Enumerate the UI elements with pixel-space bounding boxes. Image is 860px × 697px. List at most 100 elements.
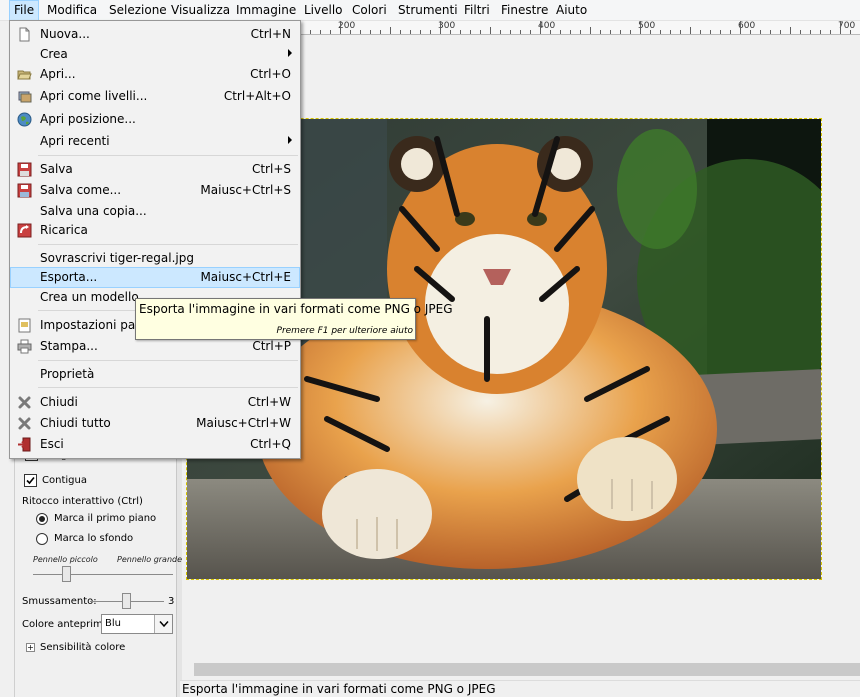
menu-item-label: Apri recenti: [40, 134, 110, 148]
folder-open-icon: [17, 70, 32, 80]
menu-item-shortcut: Ctrl+Alt+O: [223, 89, 291, 103]
contiguous-checkbox[interactable]: [24, 474, 37, 487]
menu-item-apri-come-livelli[interactable]: Apri come livelli... Ctrl+Alt+O: [10, 86, 300, 107]
ruler-tick: [470, 30, 471, 34]
large-brush-label: Pennello grande: [117, 555, 183, 564]
menu-item-apri-recenti[interactable]: Apri recenti: [10, 131, 300, 152]
mark-foreground-radio[interactable]: [36, 513, 48, 525]
menu-modifica[interactable]: Modifica: [47, 0, 97, 21]
menu-item-apri-posizione[interactable]: Apri posizione...: [10, 109, 300, 130]
menu-item-label: Crea: [40, 47, 68, 61]
globe-icon: [17, 112, 32, 127]
ruler-tick: [370, 30, 371, 34]
menu-item-esci[interactable]: Esci Ctrl+Q: [10, 434, 300, 455]
new-document-icon: [19, 27, 30, 42]
menu-item-label: Nuova...: [40, 27, 90, 41]
menu-item-chiudi-tutto[interactable]: Chiudi tutto Maiusc+Ctrl+W: [10, 413, 300, 434]
menu-selezione[interactable]: Selezione: [109, 0, 167, 21]
menu-visualizza[interactable]: Visualizza: [171, 0, 230, 21]
menu-item-shortcut: Ctrl+O: [250, 67, 291, 81]
menu-item-salva-una-copia[interactable]: Salva una copia...: [10, 201, 300, 222]
smoothing-label: Smussamento:: [22, 596, 97, 607]
file-menu-dropdown: Nuova... Ctrl+N Crea Apri... Ctrl+O Apri…: [9, 20, 301, 459]
ruler-tick: [450, 30, 451, 34]
preview-color-select[interactable]: Blu: [101, 614, 173, 634]
ruler-tick: [700, 30, 701, 34]
menu-separator: [38, 387, 298, 388]
tooltip-text: Esporta l'immagine in vari formati come …: [139, 302, 453, 316]
menu-separator: [38, 360, 298, 361]
ruler-tick: [750, 30, 751, 34]
menu-item-salva-come[interactable]: Salva come... Maiusc+Ctrl+S: [10, 180, 300, 201]
menu-item-salva[interactable]: Salva Ctrl+S: [10, 159, 300, 180]
expander-plus-icon[interactable]: +: [26, 643, 35, 652]
ruler-tick: [630, 30, 631, 34]
menu-item-crea[interactable]: Crea: [10, 44, 300, 65]
ruler-tick: [550, 30, 551, 34]
ruler-tick: [440, 21, 441, 34]
ruler-tick: [800, 30, 801, 34]
ruler-tick: [510, 30, 511, 34]
ruler-tick: [760, 30, 761, 34]
horizontal-ruler[interactable]: 200 300 400 500 600 700: [300, 21, 860, 35]
ruler-tick: [770, 30, 771, 34]
ruler-tick: [320, 30, 321, 34]
ruler-tick: [490, 27, 491, 34]
ruler-tick: [650, 30, 651, 34]
mark-foreground-label: Marca il primo piano: [54, 513, 157, 524]
brush-size-slider[interactable]: [62, 566, 71, 582]
menu-strumenti[interactable]: Strumenti: [398, 0, 458, 21]
menu-aiuto[interactable]: Aiuto: [556, 0, 587, 21]
preview-color-value: Blu: [105, 618, 121, 629]
menu-item-chiudi[interactable]: Chiudi Ctrl+W: [10, 392, 300, 413]
menu-filtri[interactable]: Filtri: [464, 0, 490, 21]
ruler-tick: [820, 30, 821, 34]
ruler-tick: [840, 21, 841, 34]
quit-icon: [18, 437, 31, 452]
menu-item-shortcut: Maiusc+Ctrl+E: [200, 270, 291, 284]
ruler-tick: [660, 30, 661, 34]
menu-item-apri[interactable]: Apri... Ctrl+O: [10, 64, 300, 85]
menu-item-shortcut: Maiusc+Ctrl+S: [200, 183, 291, 197]
ruler-tick: [520, 30, 521, 34]
ruler-tick: [350, 30, 351, 34]
export-tooltip: Esporta l'immagine in vari formati come …: [135, 298, 453, 340]
ruler-tick: [310, 30, 311, 34]
menu-item-sovrascrivi[interactable]: Sovrascrivi tiger-regal.jpg: [10, 248, 300, 269]
menu-item-label: Salva come...: [40, 183, 122, 197]
menu-item-label: Crea un modello...: [40, 290, 150, 304]
mark-background-radio[interactable]: [36, 533, 48, 545]
menu-immagine[interactable]: Immagine: [236, 0, 296, 21]
mark-background-label: Marca lo sfondo: [54, 533, 134, 544]
ruler-tick: [620, 30, 621, 34]
menu-item-ricarica[interactable]: Ricarica: [10, 220, 300, 241]
ruler-tick: [720, 30, 721, 34]
ruler-tick: [360, 30, 361, 34]
status-text: Esporta l'immagine in vari formati come …: [182, 682, 496, 696]
menu-item-label: Apri...: [40, 67, 76, 81]
menu-livello[interactable]: Livello: [304, 0, 343, 21]
chevron-down-icon[interactable]: [154, 615, 172, 633]
brush-size-track: [33, 574, 173, 575]
sensitivity-label[interactable]: Sensibilità colore: [40, 642, 125, 653]
menu-item-label: Esci: [40, 437, 64, 451]
menu-item-esporta[interactable]: Esporta... Maiusc+Ctrl+E: [10, 267, 300, 288]
ruler-tick: [850, 30, 851, 34]
horizontal-scroll-thumb[interactable]: [194, 663, 860, 676]
menu-item-shortcut: Ctrl+Q: [250, 437, 291, 451]
ruler-tick: [390, 27, 391, 34]
menu-file[interactable]: File: [9, 0, 40, 21]
menu-colori[interactable]: Colori: [352, 0, 387, 21]
menu-item-nuova[interactable]: Nuova... Ctrl+N: [10, 24, 300, 45]
menubar: File Modifica Selezione Visualizza Immag…: [0, 0, 860, 21]
ruler-tick: [610, 30, 611, 34]
submenu-arrow-icon: [288, 136, 292, 144]
menu-finestre[interactable]: Finestre: [501, 0, 548, 21]
menu-item-proprieta[interactable]: Proprietà: [10, 364, 300, 385]
ruler-tick: [690, 27, 691, 34]
save-icon: [17, 162, 32, 177]
smoothing-slider[interactable]: [122, 593, 131, 609]
checkmark-icon: [26, 476, 35, 485]
revert-icon: [17, 223, 32, 238]
ruler-tick: [740, 21, 741, 34]
